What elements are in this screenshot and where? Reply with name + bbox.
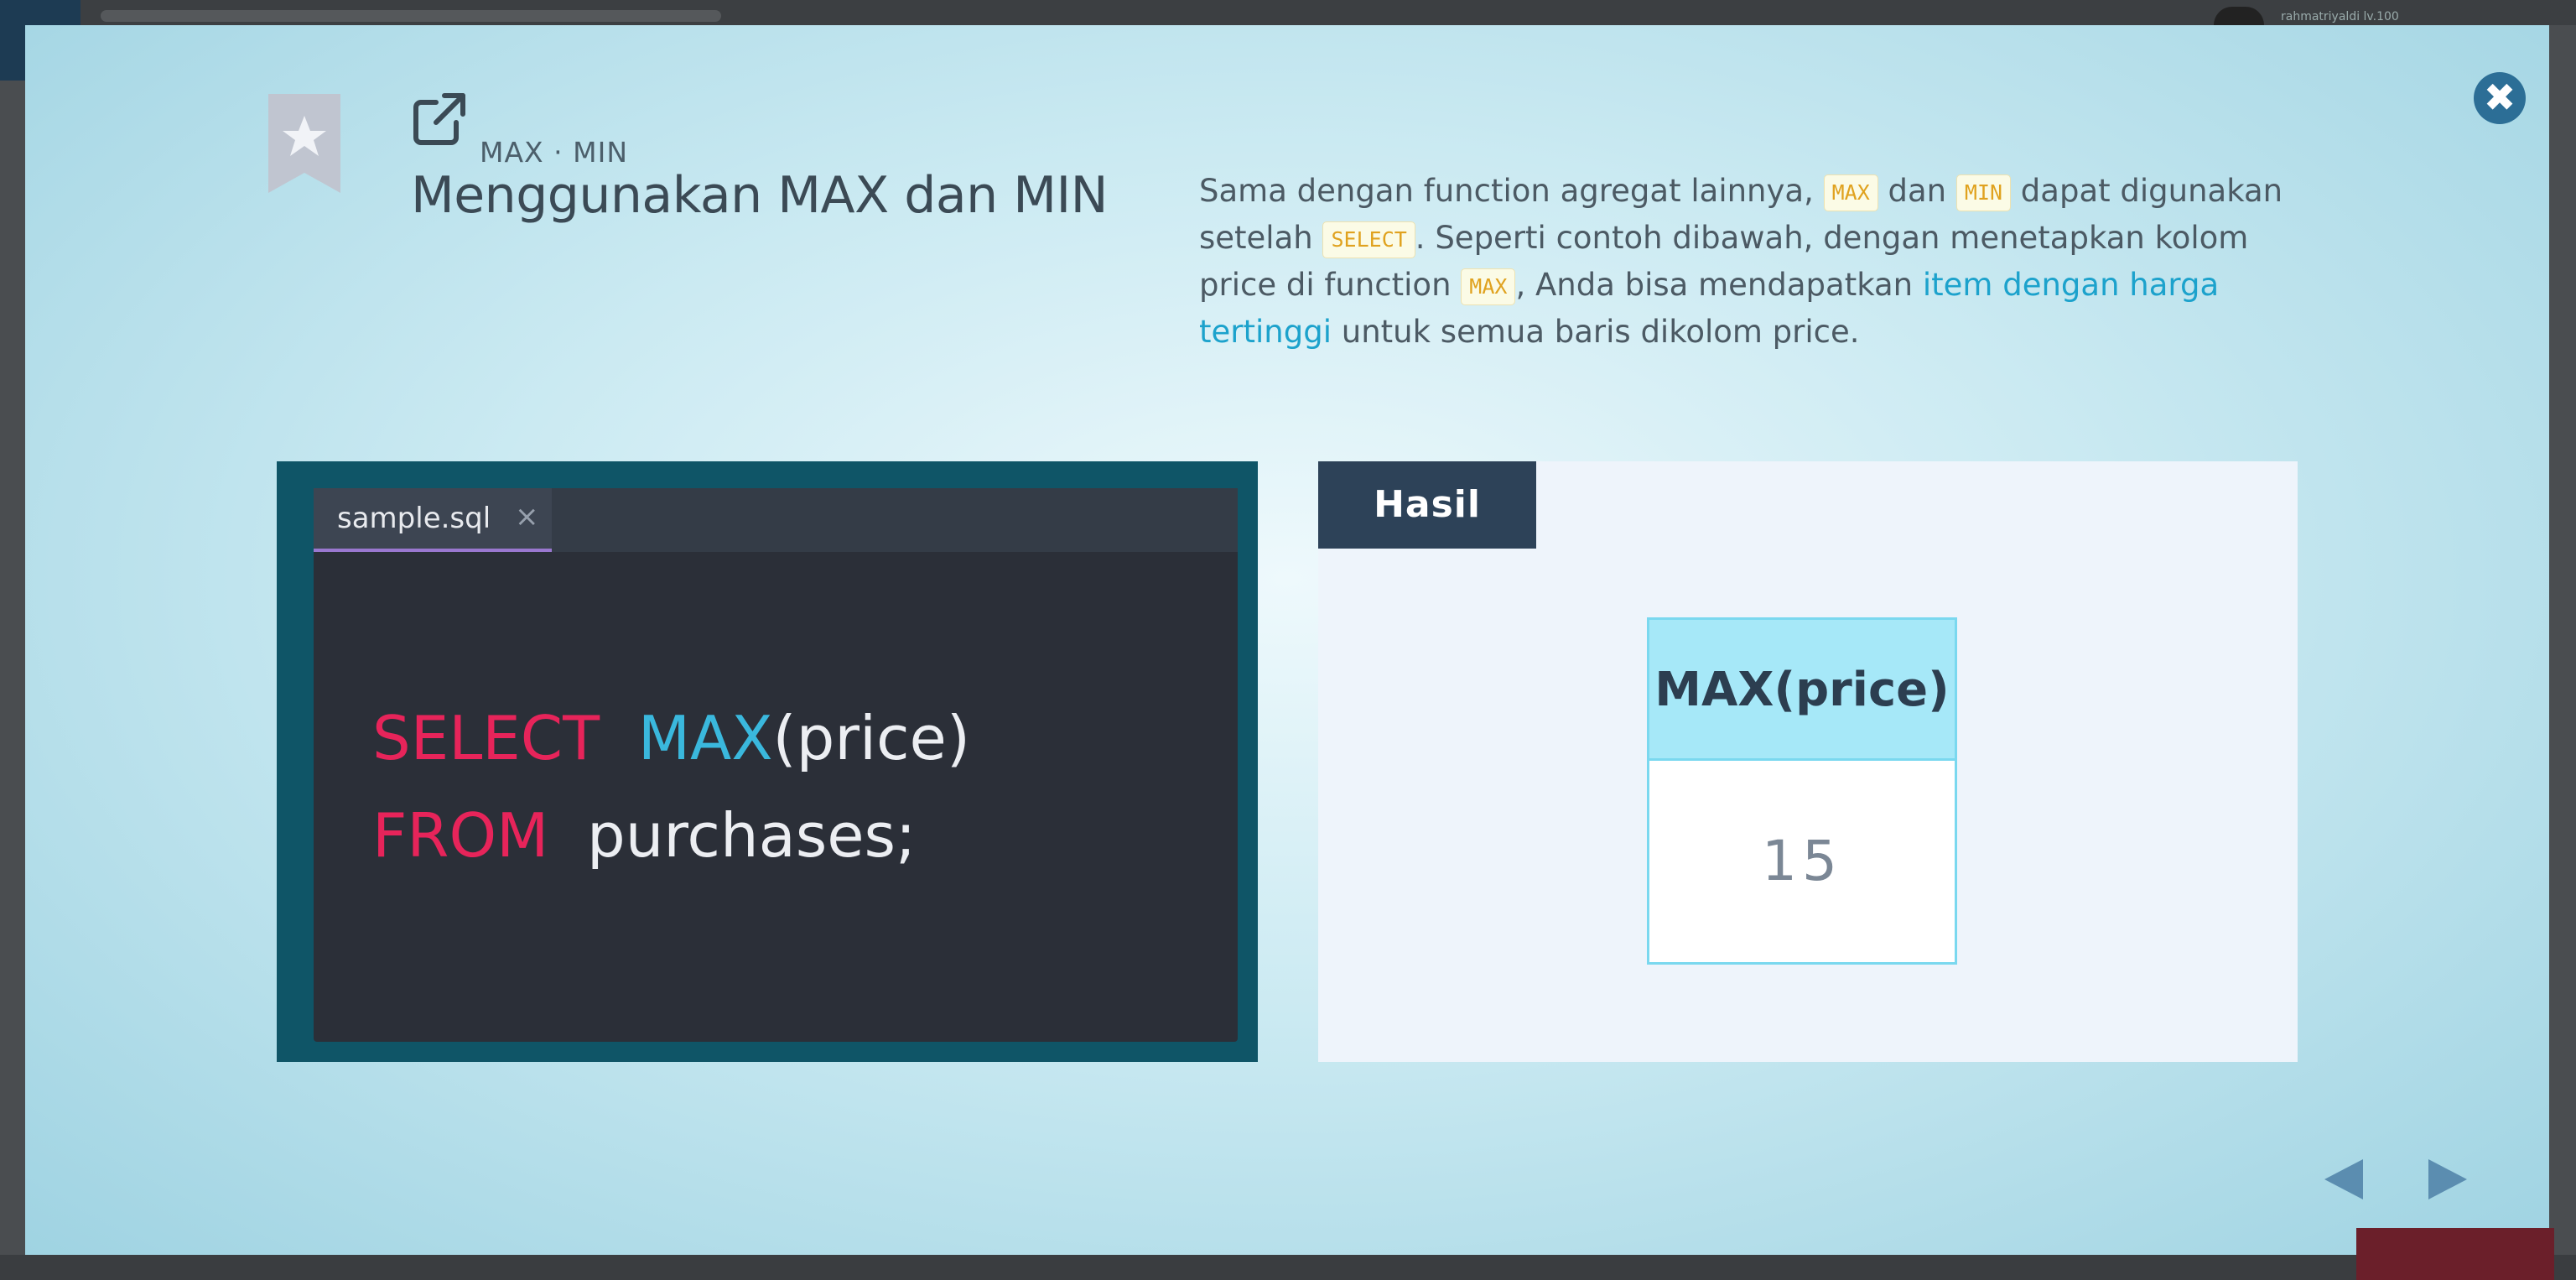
desc-text: Sama dengan function agregat lainnya,	[1199, 173, 1824, 209]
arrow-left-icon[interactable]	[2324, 1159, 2363, 1199]
external-link-icon	[413, 93, 465, 145]
close-icon: ✖	[2483, 75, 2516, 120]
sql-keyword: SELECT	[372, 703, 600, 773]
background-username: rahmatriyaldi lv.100	[2281, 10, 2399, 23]
desc-text: untuk semua baris dikolom price.	[1331, 314, 1860, 350]
code-example-frame: sample.sql × SELECT MAX(price) FROM purc…	[277, 461, 1258, 1062]
desc-text: , Anda bisa mendapatkan	[1515, 267, 1923, 303]
editor-tabbar: sample.sql ×	[314, 488, 1238, 552]
sql-keyword: FROM	[372, 800, 549, 871]
background-bottom-bar	[0, 1255, 2576, 1280]
background-search-bar	[101, 10, 721, 22]
desc-text: dan	[1877, 173, 1956, 209]
inline-code: MAX	[1461, 268, 1516, 305]
editor-tab-sample-sql[interactable]: sample.sql ×	[314, 488, 552, 552]
inline-code: MIN	[1955, 174, 2012, 211]
tab-close-icon[interactable]: ×	[515, 500, 539, 533]
slide-description: Sama dengan function agregat lainnya, MA…	[1199, 168, 2289, 356]
code-content: SELECT MAX(price) FROM purchases;	[372, 689, 970, 884]
code-line-1: SELECT MAX(price)	[372, 689, 970, 787]
code-editor: sample.sql × SELECT MAX(price) FROM purc…	[314, 488, 1238, 1042]
sql-text: purchases;	[587, 800, 917, 871]
close-button[interactable]: ✖	[2474, 72, 2526, 124]
inline-code: SELECT	[1322, 221, 1415, 258]
tab-filename: sample.sql	[337, 502, 491, 535]
bookmark-star-icon[interactable]	[268, 94, 340, 193]
result-label: Hasil	[1318, 461, 1536, 549]
code-line-2: FROM purchases;	[372, 787, 970, 884]
breadcrumb: MAX · MIN	[480, 136, 629, 169]
arrow-right-icon[interactable]	[2428, 1159, 2467, 1199]
background-help-button	[2356, 1228, 2554, 1280]
sql-function: MAX	[637, 703, 773, 773]
background-avatar	[2214, 7, 2264, 25]
inline-code: MAX	[1823, 174, 1878, 211]
sql-text: (price)	[772, 703, 970, 773]
result-column-header: MAX(price)	[1649, 620, 1955, 761]
slide-title: Menggunakan MAX dan MIN	[411, 166, 1109, 225]
result-table: MAX(price) 15	[1647, 617, 1957, 965]
result-cell: 15	[1762, 829, 1842, 893]
slide-modal: ✖ MAX · MIN Menggunakan MAX dan MIN Sama…	[25, 25, 2549, 1255]
result-panel: Hasil MAX(price) 15	[1318, 461, 2298, 1062]
